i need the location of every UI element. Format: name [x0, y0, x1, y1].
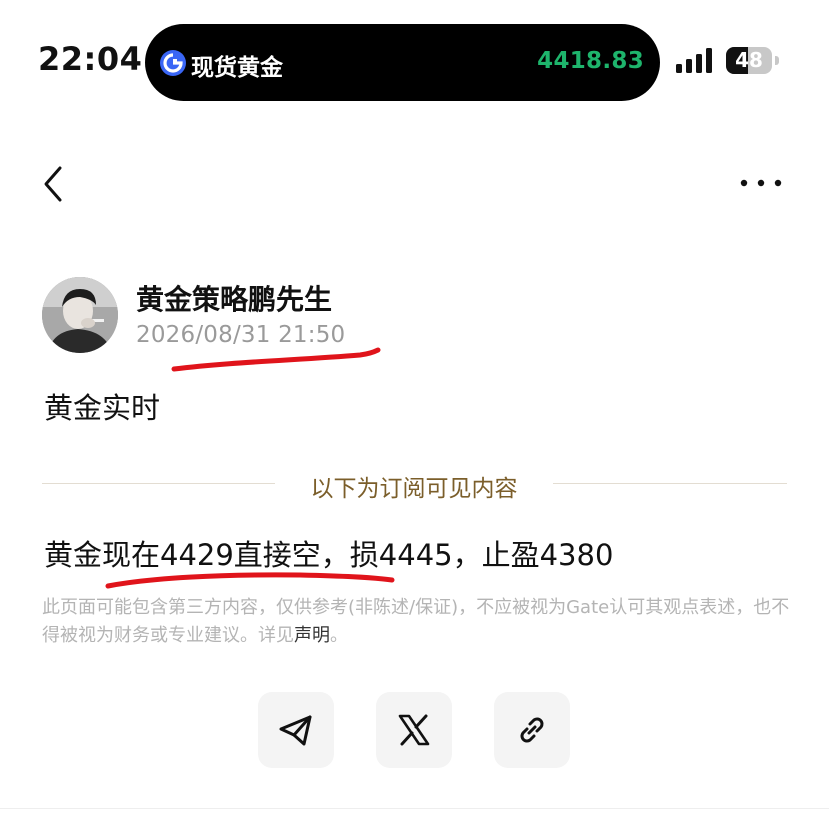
copy-link-button[interactable]: [494, 692, 570, 768]
post-content: 黄金现在4429直接空，损4445，止盈4380: [44, 538, 614, 572]
bottom-divider: [0, 808, 829, 809]
divider-line-left: [42, 483, 275, 484]
author-name[interactable]: 黄金策略鹏先生: [136, 278, 332, 318]
red-underline-timestamp: [171, 347, 381, 372]
red-underline-content: [105, 572, 395, 589]
x-icon: [398, 714, 430, 746]
battery-icon: 48: [726, 47, 772, 74]
author-avatar[interactable]: [42, 277, 118, 353]
status-time: 22:04: [38, 40, 143, 78]
back-button[interactable]: [40, 164, 70, 204]
ticker-price: 4418.83: [537, 48, 644, 74]
post-title: 黄金实时: [44, 391, 161, 425]
more-options-button[interactable]: [738, 172, 784, 194]
disclaimer: 此页面可能包含第三方内容，仅供参考(非陈述/保证)，不应被视为Gate认可其观点…: [42, 594, 792, 650]
disclaimer-link[interactable]: 声明: [294, 625, 330, 646]
live-ticker-island[interactable]: 现货黄金 4418.83: [145, 24, 660, 101]
telegram-icon: [279, 715, 312, 746]
disclaimer-text: 此页面可能包含第三方内容，仅供参考(非陈述/保证)，不应被视为Gate认可其观点…: [42, 597, 790, 646]
gate-logo-icon: [160, 50, 186, 76]
ticker-label: 现货黄金: [191, 55, 283, 81]
share-x-button[interactable]: [376, 692, 452, 768]
battery-level: 48: [735, 48, 763, 72]
more-horizontal-icon: [740, 179, 782, 187]
divider-line-right: [553, 483, 787, 484]
link-icon: [520, 717, 544, 743]
post-timestamp: 2026/08/31 21:50: [136, 322, 346, 348]
cellular-signal-icon: [676, 48, 716, 74]
battery-tip: [775, 56, 779, 65]
chevron-left-icon: [44, 166, 62, 202]
disclaimer-end: 。: [330, 625, 348, 646]
share-telegram-button[interactable]: [258, 692, 334, 768]
subscriber-content-divider: 以下为订阅可见内容: [310, 476, 518, 502]
